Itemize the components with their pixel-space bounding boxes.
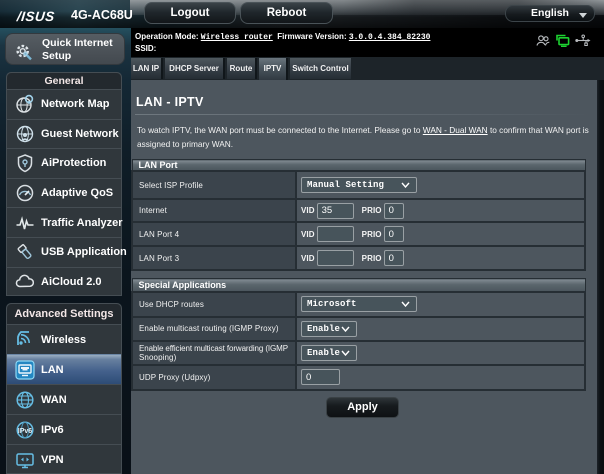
svg-text:IPv6: IPv6: [18, 428, 33, 435]
